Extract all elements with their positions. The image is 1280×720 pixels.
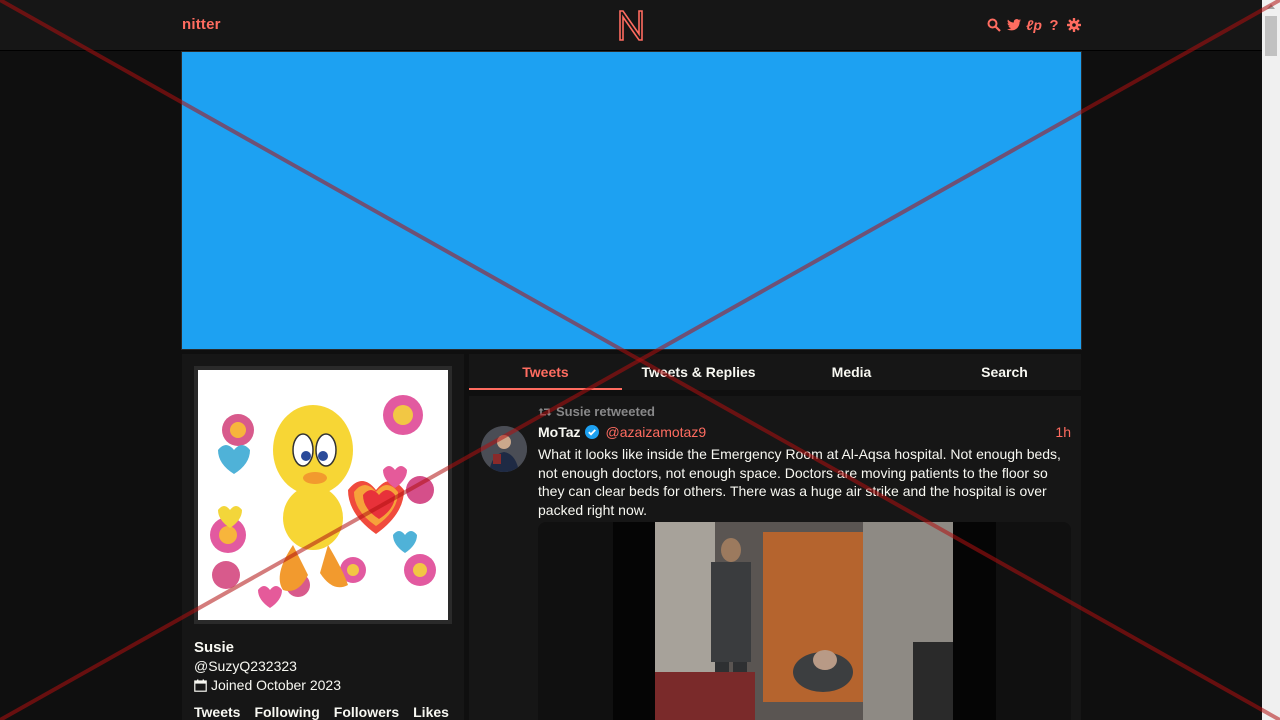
scrollbar[interactable] [1262,0,1280,720]
twitter-bird-icon[interactable] [1006,17,1022,33]
tweet-date[interactable]: 1h [1055,424,1071,440]
tab-media[interactable]: Media [775,354,928,390]
tweet-avatar[interactable] [481,426,527,472]
nav-icons: ℓp ? [986,17,1082,34]
tweet-media[interactable] [538,522,1071,720]
tweety-avatar-image [198,370,448,620]
profile-fullname[interactable]: Susie [194,639,234,656]
search-icon[interactable] [986,17,1002,33]
verified-badge-icon [584,425,599,439]
tweet-username[interactable]: @azaizamotaz9 [606,424,707,440]
tab-tweets-replies[interactable]: Tweets & Replies [622,354,775,390]
calendar-icon [194,679,207,692]
stat-following[interactable]: Following [254,704,319,720]
tab-search[interactable]: Search [928,354,1081,390]
timeline: Susie retweeted MoTaz @azaizamotaz9 1h W… [469,396,1081,720]
tab-tweets[interactable]: Tweets [469,354,622,390]
gear-icon[interactable] [1066,17,1082,33]
timeline-tabs: Tweets Tweets & Replies Media Search [469,354,1081,390]
tweet-text: What it looks like inside the Emergency … [538,446,1061,518]
joined-text: Joined October 2023 [211,677,341,693]
retweet-text: Susie retweeted [556,404,655,419]
nitter-logo[interactable] [616,8,646,42]
profile-username[interactable]: @SuzyQ232323 [194,658,297,674]
tweet-header: MoTaz @azaizamotaz9 [538,424,706,440]
stat-likes[interactable]: Likes [413,704,449,720]
brand-link[interactable]: nitter [182,16,221,33]
lp-icon[interactable]: ℓp [1026,17,1042,33]
stat-followers[interactable]: Followers [334,704,399,720]
navbar: nitter ℓp ? [0,0,1262,51]
profile-joined: Joined October 2023 [194,677,341,693]
profile-avatar[interactable] [194,366,452,624]
retweet-icon [538,407,552,416]
stat-tweets[interactable]: Tweets [194,704,240,720]
profile-card: Susie @SuzyQ232323 Joined October 2023 T… [182,354,464,720]
scroll-thumb[interactable] [1265,16,1277,56]
retweet-header: Susie retweeted [538,404,655,419]
profile-banner[interactable] [181,51,1082,350]
scroll-up-arrow-icon[interactable] [1267,4,1275,9]
help-icon[interactable]: ? [1046,17,1062,34]
video-thumbnail[interactable] [613,522,996,720]
profile-stats: Tweets Following Followers Likes [194,704,449,720]
tweet-fullname[interactable]: MoTaz [538,424,581,440]
